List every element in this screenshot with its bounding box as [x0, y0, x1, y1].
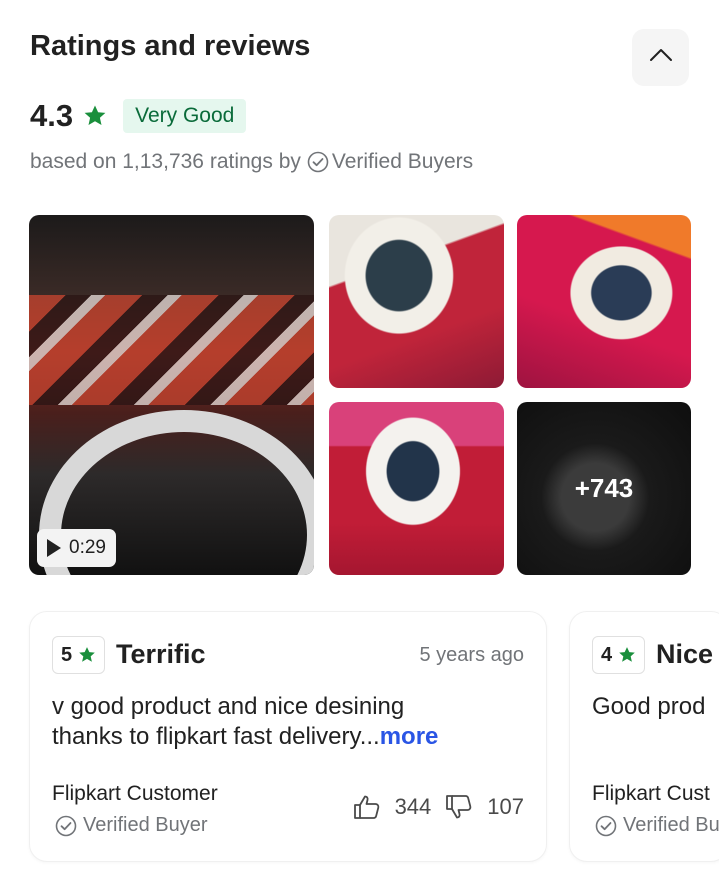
likes-count: 344: [394, 794, 432, 819]
review-body-line: Good prod: [592, 693, 706, 720]
review-title: Terrific: [116, 639, 206, 669]
review-title: Nice: [656, 639, 714, 669]
review-rating-chip: 5: [52, 636, 106, 674]
video-duration-badge: 0:29: [37, 529, 116, 567]
dislikes-count: 107: [487, 794, 524, 819]
collapse-button[interactable]: [632, 29, 689, 86]
chevron-up-icon: [649, 48, 673, 67]
read-more-link[interactable]: more: [380, 723, 439, 750]
play-icon: [45, 538, 63, 558]
review-author: Flipkart Customer: [52, 782, 218, 805]
rating-summary: 4.3 Very Good: [30, 98, 247, 134]
review-card[interactable]: 5 Terrific 5 years ago v good product an…: [29, 611, 547, 862]
review-body-line: v good product and nice desining: [52, 693, 405, 720]
verified-buyers-text: Verified Buyers: [331, 150, 474, 173]
verified-check-icon: [55, 815, 77, 837]
review-video-thumbnail[interactable]: 0:29: [29, 215, 314, 575]
review-body: v good product and nice desining thanks …: [52, 692, 438, 752]
ratings-count-line: based on 1,13,736 ratings by Verified Bu…: [30, 150, 473, 174]
video-duration: 0:29: [69, 537, 106, 558]
rating-label-badge: Very Good: [123, 99, 247, 133]
review-image-2[interactable]: [517, 215, 691, 388]
review-rating-chip: 4: [592, 636, 646, 674]
review-time: 5 years ago: [419, 644, 524, 666]
ratings-count-text: based on 1,13,736 ratings by: [30, 150, 301, 173]
review-body: Good prod: [592, 692, 705, 722]
verified-buyer-tag: Verified Buyer: [55, 814, 208, 837]
review-rating-value: 4: [601, 643, 613, 666]
verified-buyer-text: Verified Buyer: [83, 814, 208, 836]
video-frame-pattern: [29, 295, 314, 405]
review-body-text: thanks to flipkart fast delivery...: [52, 723, 380, 750]
page-title: Ratings and reviews: [30, 30, 311, 62]
review-image-3[interactable]: [329, 402, 504, 575]
star-icon: [83, 104, 107, 128]
verified-buyer-tag: Verified Bu: [595, 814, 719, 837]
average-rating: 4.3: [30, 98, 74, 133]
review-body-line: thanks to flipkart fast delivery...more: [52, 722, 438, 752]
thumbs-up-icon[interactable]: [353, 794, 381, 820]
review-votes: 344 107: [353, 794, 524, 820]
more-images-count: +743: [574, 473, 634, 503]
verified-check-icon: [307, 151, 329, 173]
verified-buyer-text: Verified Bu: [623, 814, 719, 836]
review-author: Flipkart Cust: [592, 782, 710, 805]
thumbs-down-icon[interactable]: [445, 794, 473, 820]
star-icon: [78, 646, 96, 664]
review-card[interactable]: 4 Nice Good prod Flipkart Cust Verified …: [569, 611, 719, 862]
verified-check-icon: [595, 815, 617, 837]
more-images-tile[interactable]: +743: [517, 402, 691, 575]
review-image-1[interactable]: [329, 215, 504, 388]
review-rating-value: 5: [61, 643, 73, 666]
star-icon: [618, 646, 636, 664]
